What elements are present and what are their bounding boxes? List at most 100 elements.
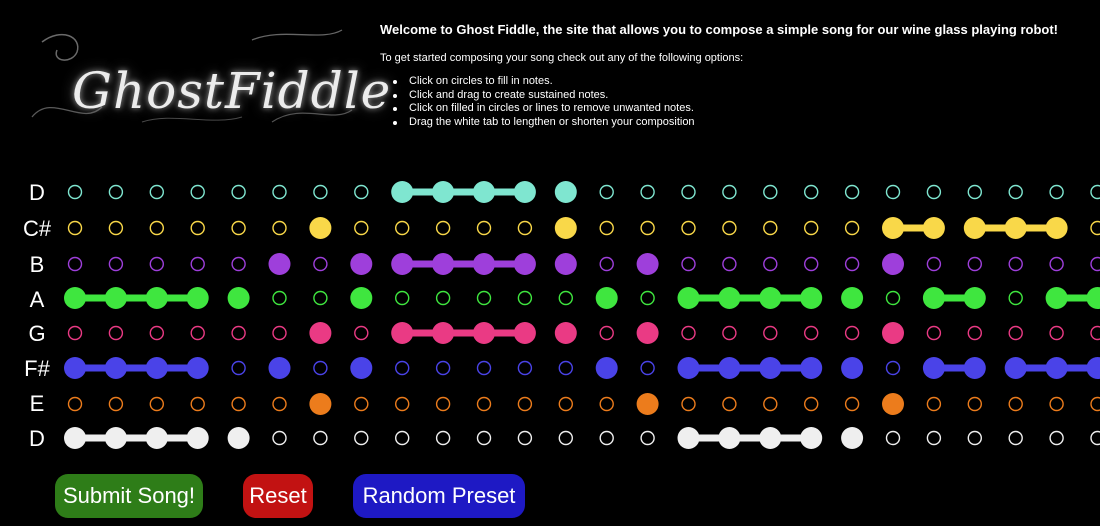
note-circle-empty[interactable] — [926, 396, 942, 412]
note-circle-empty[interactable] — [476, 220, 492, 236]
note-circle-empty[interactable] — [108, 256, 124, 272]
note-circle-filled[interactable] — [391, 322, 414, 344]
note-circle-empty[interactable] — [149, 220, 165, 236]
note-circle-filled[interactable] — [432, 253, 455, 275]
note-circle-filled[interactable] — [186, 357, 209, 379]
note-circle-filled[interactable] — [473, 181, 495, 203]
note-circle-filled[interactable] — [513, 181, 536, 203]
note-circle-filled[interactable] — [1004, 217, 1027, 239]
note-circle-filled[interactable] — [636, 393, 659, 415]
note-circle-filled[interactable] — [227, 287, 250, 309]
note-circle-empty[interactable] — [763, 325, 778, 341]
note-circle-empty[interactable] — [313, 184, 328, 200]
note-circle-empty[interactable] — [763, 184, 778, 200]
note-circle-empty[interactable] — [435, 396, 451, 412]
note-circle-filled[interactable] — [677, 287, 700, 309]
note-circle-empty[interactable] — [967, 256, 982, 272]
note-circle-empty[interactable] — [967, 325, 982, 341]
note-circle-empty[interactable] — [231, 396, 246, 412]
note-circle-filled[interactable] — [554, 181, 577, 203]
note-circle-empty[interactable] — [1090, 430, 1100, 446]
note-circle-empty[interactable] — [1008, 325, 1023, 341]
note-circle-empty[interactable] — [231, 184, 246, 200]
note-circle-empty[interactable] — [313, 360, 328, 376]
note-circle-empty[interactable] — [313, 430, 328, 446]
note-circle-filled[interactable] — [800, 427, 823, 449]
note-circle-empty[interactable] — [354, 430, 369, 446]
note-circle-empty[interactable] — [517, 220, 533, 236]
note-circle-empty[interactable] — [1049, 430, 1064, 446]
note-circle-empty[interactable] — [67, 220, 83, 236]
note-circle-filled[interactable] — [841, 357, 864, 379]
note-circle-empty[interactable] — [804, 256, 819, 272]
note-circle-empty[interactable] — [926, 256, 942, 272]
note-circle-empty[interactable] — [108, 184, 124, 200]
note-circle-filled[interactable] — [882, 253, 904, 275]
note-circle-empty[interactable] — [1090, 325, 1100, 341]
note-circle-empty[interactable] — [231, 256, 246, 272]
note-circle-filled[interactable] — [104, 357, 127, 379]
note-circle-empty[interactable] — [885, 360, 901, 376]
note-circle-empty[interactable] — [640, 430, 655, 446]
reset-button[interactable]: Reset — [243, 474, 313, 518]
note-circle-filled[interactable] — [350, 357, 373, 379]
note-circle-empty[interactable] — [149, 184, 165, 200]
note-circle-empty[interactable] — [149, 396, 165, 412]
note-circle-empty[interactable] — [231, 360, 246, 376]
note-circle-empty[interactable] — [190, 220, 205, 236]
note-circle-empty[interactable] — [517, 290, 533, 306]
note-circle-empty[interactable] — [558, 396, 573, 412]
note-circle-empty[interactable] — [763, 220, 778, 236]
note-circle-filled[interactable] — [309, 393, 332, 415]
note-circle-filled[interactable] — [432, 322, 455, 344]
note-circle-filled[interactable] — [922, 357, 945, 379]
note-circle-empty[interactable] — [190, 396, 205, 412]
note-circle-empty[interactable] — [272, 430, 287, 446]
note-circle-empty[interactable] — [681, 220, 696, 236]
note-circle-empty[interactable] — [149, 256, 165, 272]
note-circle-empty[interactable] — [1090, 396, 1100, 412]
note-circle-empty[interactable] — [476, 360, 492, 376]
note-circle-filled[interactable] — [309, 217, 332, 239]
note-circle-filled[interactable] — [882, 393, 904, 415]
note-circle-empty[interactable] — [926, 430, 942, 446]
note-circle-empty[interactable] — [599, 184, 614, 200]
note-circle-empty[interactable] — [722, 325, 737, 341]
note-circle-filled[interactable] — [513, 322, 536, 344]
note-circle-empty[interactable] — [804, 220, 819, 236]
note-circle-filled[interactable] — [104, 287, 127, 309]
note-circle-empty[interactable] — [640, 290, 655, 306]
note-circle-filled[interactable] — [227, 427, 250, 449]
note-circle-filled[interactable] — [922, 287, 945, 309]
note-circle-empty[interactable] — [476, 290, 492, 306]
note-circle-empty[interactable] — [231, 220, 246, 236]
note-circle-empty[interactable] — [354, 396, 369, 412]
note-circle-filled[interactable] — [636, 253, 659, 275]
note-circle-empty[interactable] — [272, 290, 287, 306]
note-circle-filled[interactable] — [64, 427, 86, 449]
note-circle-empty[interactable] — [1008, 396, 1023, 412]
note-circle-filled[interactable] — [432, 181, 455, 203]
note-circle-empty[interactable] — [885, 290, 901, 306]
note-circle-empty[interactable] — [1049, 325, 1064, 341]
note-circle-filled[interactable] — [1086, 357, 1100, 379]
note-circle-empty[interactable] — [558, 290, 573, 306]
note-circle-empty[interactable] — [517, 430, 533, 446]
note-circle-empty[interactable] — [476, 396, 492, 412]
note-circle-empty[interactable] — [272, 184, 287, 200]
note-circle-empty[interactable] — [1008, 430, 1023, 446]
note-circle-filled[interactable] — [513, 253, 536, 275]
note-circle-filled[interactable] — [1045, 217, 1068, 239]
note-circle-empty[interactable] — [722, 220, 737, 236]
note-circle-empty[interactable] — [67, 184, 83, 200]
note-circle-empty[interactable] — [1008, 184, 1023, 200]
note-circle-empty[interactable] — [190, 184, 205, 200]
note-circle-empty[interactable] — [844, 256, 860, 272]
note-circle-empty[interactable] — [844, 220, 860, 236]
note-circle-empty[interactable] — [681, 256, 696, 272]
note-circle-empty[interactable] — [681, 396, 696, 412]
note-circle-filled[interactable] — [1045, 287, 1068, 309]
note-circle-empty[interactable] — [272, 325, 287, 341]
note-circle-filled[interactable] — [186, 427, 209, 449]
note-circle-empty[interactable] — [1049, 396, 1064, 412]
